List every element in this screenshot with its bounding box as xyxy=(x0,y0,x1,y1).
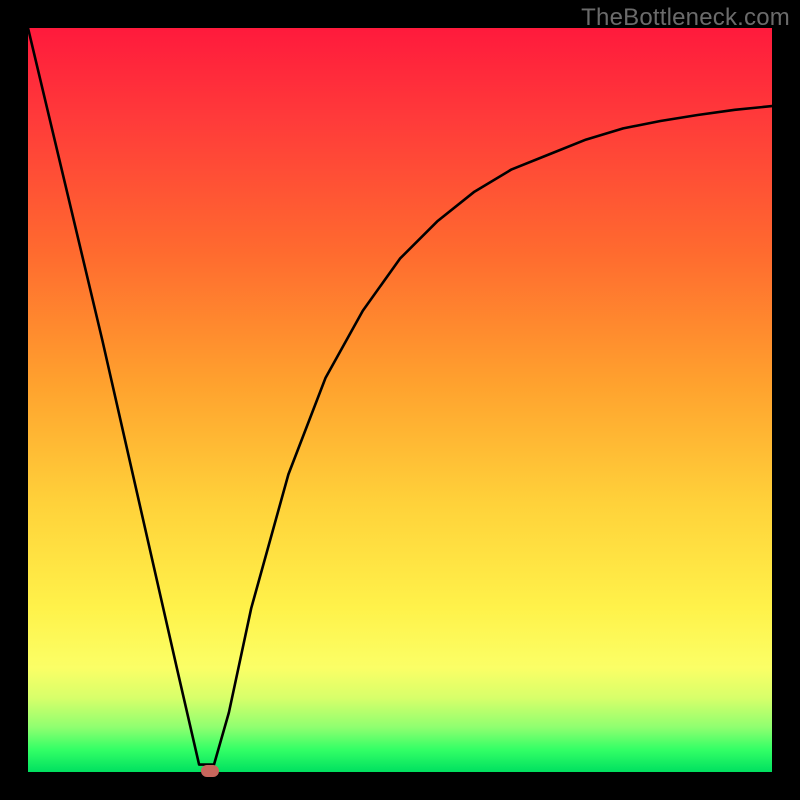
curve-layer xyxy=(28,28,772,772)
optimum-marker xyxy=(201,765,219,777)
chart-frame: TheBottleneck.com xyxy=(0,0,800,800)
plot-area xyxy=(28,28,772,772)
bottleneck-curve-path xyxy=(28,28,772,765)
